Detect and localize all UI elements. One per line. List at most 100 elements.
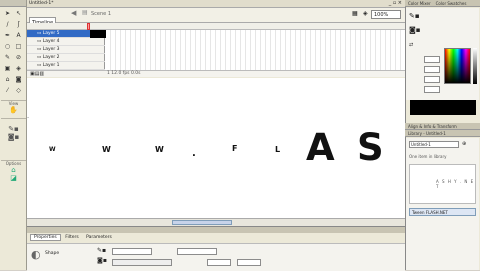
- stage-horizontal-scrollbar[interactable]: [27, 218, 405, 226]
- pencil-tool-icon[interactable]: ✎: [2, 53, 13, 63]
- scene-label: Scene 1: [91, 11, 112, 17]
- line-tool-icon[interactable]: /: [2, 20, 13, 30]
- stage-letter-w1[interactable]: W: [49, 146, 56, 153]
- swap-colors-icon[interactable]: ⇄: [409, 42, 413, 48]
- timeline-status-bar: ▣▤▥ 1 12.0 fps 0.0s: [27, 70, 405, 77]
- smooth-icon[interactable]: ◪: [1, 174, 26, 182]
- shape-icon: ◐: [31, 248, 41, 261]
- document-title: Untitled-1*: [29, 1, 54, 6]
- brush-tool-icon[interactable]: ⊘: [13, 53, 24, 63]
- properties-header: [27, 227, 405, 233]
- eraser-tool-icon[interactable]: ◇: [13, 86, 24, 96]
- hand-tool-icon[interactable]: ✋: [1, 106, 26, 114]
- library-doc-label: Untitled-1: [411, 142, 431, 147]
- add-layer-icon[interactable]: ▣▤▥: [30, 71, 44, 77]
- library-item-label: Tween FLASH.NET: [412, 210, 448, 215]
- window-controls-icon[interactable]: _ ▫ ×: [389, 0, 402, 6]
- scrollbar-thumb[interactable]: [172, 220, 232, 225]
- filltransform-tool-icon[interactable]: ◈: [13, 64, 24, 74]
- lasso-tool-icon[interactable]: ʃ: [13, 20, 24, 30]
- library-item[interactable]: Tween FLASH.NET: [409, 208, 476, 216]
- library-header-label: Library - Untitled-1: [408, 131, 446, 136]
- layer-name: Layer 2: [42, 55, 60, 60]
- shape-type-label: Shape: [45, 251, 60, 256]
- edit-scene-icon[interactable]: ▦: [352, 10, 358, 17]
- library-panel: Untitled-1 ⊕ One item in library A S H Y…: [406, 138, 479, 270]
- stage-letter-s[interactable]: S: [357, 126, 384, 169]
- swatches-header-label: Color Swatches: [435, 1, 467, 6]
- frame-grid[interactable]: [90, 30, 405, 70]
- layer-name: Layer 3: [42, 47, 60, 52]
- tab-parameters[interactable]: Parameters: [83, 235, 115, 240]
- eyedropper-tool-icon[interactable]: ⁄: [2, 86, 13, 96]
- layer-row[interactable]: ▭ Layer 2: [27, 54, 105, 62]
- back-arrow-icon[interactable]: ◀: [71, 9, 76, 17]
- stage-letter-w3[interactable]: W: [155, 145, 164, 154]
- tools-header: [0, 0, 26, 7]
- stage-marker: -: [27, 114, 30, 121]
- paintbucket-tool-icon[interactable]: ◙: [13, 75, 24, 85]
- arrow-tool-icon[interactable]: ➤: [2, 9, 13, 19]
- keyframe-active[interactable]: [90, 30, 106, 38]
- layer-row[interactable]: ▭ Layer 3: [27, 46, 105, 54]
- color-header-label: Color Mixer: [408, 1, 431, 6]
- inkbottle-tool-icon[interactable]: ⌂: [2, 75, 13, 85]
- properties-panel: Properties Filters Parameters ◐ Shape ✎▪…: [27, 226, 405, 271]
- document-titlebar: Untitled-1* _ ▫ ×: [27, 0, 405, 8]
- stage[interactable]: - W W W . F L A S: [27, 78, 405, 218]
- freetransform-tool-icon[interactable]: ▣: [2, 64, 13, 74]
- tab-properties[interactable]: Properties: [30, 234, 61, 241]
- zoom-select[interactable]: 100%: [371, 10, 401, 19]
- stage-letter-w2[interactable]: W: [102, 145, 111, 154]
- library-pin-icon[interactable]: ⊕: [462, 141, 466, 147]
- miter-input[interactable]: [207, 259, 231, 266]
- stroke-color-icon[interactable]: ✎▪: [1, 125, 26, 133]
- scale-input[interactable]: [237, 259, 261, 266]
- stage-dot[interactable]: .: [192, 148, 196, 159]
- stroke-color-mixer-icon[interactable]: ✎▪: [409, 12, 420, 20]
- stage-letter-f[interactable]: F: [232, 144, 237, 153]
- stage-letter-l[interactable]: L: [275, 145, 280, 154]
- pen-tool-icon[interactable]: ✒: [2, 31, 13, 41]
- properties-tabs: Properties Filters Parameters: [30, 234, 115, 241]
- red-input[interactable]: [424, 56, 440, 63]
- stroke-height-input[interactable]: [112, 248, 152, 255]
- color-panel-header: Color Mixer Color Swatches: [405, 0, 480, 7]
- library-count: One item in library: [409, 154, 447, 159]
- text-tool-icon[interactable]: A: [13, 31, 24, 41]
- layer-row[interactable]: ▭ Layer 4: [27, 38, 105, 46]
- options-section: Options ⌂ ◪: [1, 160, 26, 200]
- fill-color-icon[interactable]: ◙▪: [1, 133, 26, 141]
- blue-input[interactable]: [424, 76, 440, 83]
- tab-filters[interactable]: Filters: [62, 235, 82, 240]
- subselect-tool-icon[interactable]: ↖: [13, 9, 24, 19]
- color-mixer: ✎▪ ◙▪ ⇄: [406, 8, 479, 115]
- fill-swatch-icon[interactable]: ◙▪: [97, 257, 107, 264]
- timeline-status: 1 12.0 fps 0.0s: [107, 71, 141, 76]
- cap-select[interactable]: [112, 259, 172, 266]
- oval-tool-icon[interactable]: ○: [2, 42, 13, 52]
- snap-icon[interactable]: ⌂: [1, 166, 26, 174]
- library-panel-header: Library - Untitled-1: [405, 130, 480, 137]
- color-preview: [410, 100, 476, 115]
- stroke-style-select[interactable]: [177, 248, 217, 255]
- layer-name: Layer 1: [42, 63, 60, 68]
- playhead[interactable]: [87, 23, 90, 30]
- stage-letter-a[interactable]: A: [306, 126, 335, 169]
- color-spectrum[interactable]: [444, 48, 471, 84]
- tools-panel: ➤ ↖/ʃ✒ A○ □✎ ⊘▣ ◈⌂ ◙⁄ ◇ View ✋ ✎▪ ◙▪ Options ⌂ …: [0, 0, 27, 270]
- brightness-slider[interactable]: [473, 48, 477, 84]
- edit-symbols-icon[interactable]: ◈: [363, 10, 368, 17]
- timeline-ruler: [27, 23, 405, 30]
- scene-icon: ▤: [82, 9, 88, 16]
- stroke-swatch-icon[interactable]: ✎▪: [97, 247, 106, 254]
- green-input[interactable]: [424, 66, 440, 73]
- fill-color-mixer-icon[interactable]: ◙▪: [409, 26, 421, 34]
- align-header-label: Align & Info & Transform: [408, 124, 457, 129]
- layer-row[interactable]: ▭ Layer 1: [27, 62, 105, 70]
- alpha-input[interactable]: [424, 86, 440, 93]
- rectangle-tool-icon[interactable]: □: [13, 42, 24, 52]
- library-document-select[interactable]: Untitled-1: [409, 141, 459, 148]
- edit-bar: Timeline ◀ ▤ Scene 1 ▦ ◈ 100%: [27, 8, 405, 29]
- colors-section: ✎▪ ◙▪: [1, 118, 26, 158]
